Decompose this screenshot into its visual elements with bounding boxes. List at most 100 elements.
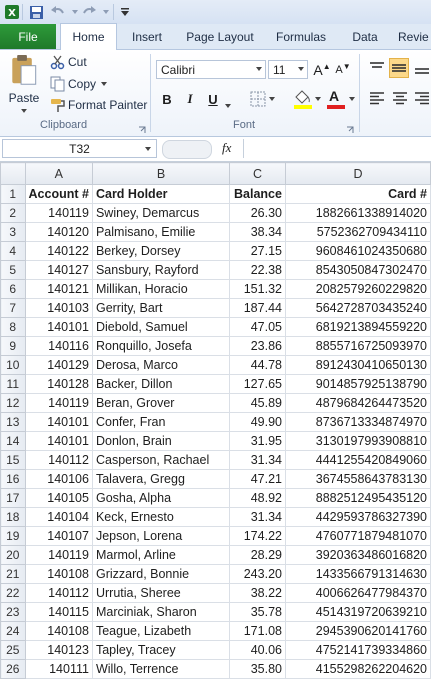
redo-icon[interactable] (80, 3, 98, 21)
account-cell[interactable]: 140120 (24, 222, 93, 242)
card-holder-cell[interactable]: Gosha, Alpha (91, 488, 231, 508)
row-header[interactable]: 13 (0, 412, 26, 432)
card-number-cell[interactable]: 3674558643783130 (284, 469, 431, 489)
card-number-cell[interactable]: 3920363486016820 (284, 545, 431, 565)
card-number-cell[interactable]: 4514319720639210 (284, 602, 431, 622)
row-header[interactable]: 21 (0, 564, 26, 584)
row-header[interactable]: 18 (0, 507, 26, 527)
row-header[interactable]: 2 (0, 203, 26, 223)
balance-cell[interactable]: 38.22 (229, 583, 286, 603)
card-number-cell[interactable]: 4155298262204620 (284, 659, 431, 679)
account-cell[interactable]: 140108 (24, 564, 93, 584)
account-cell[interactable]: 140119 (24, 393, 93, 413)
card-number-cell[interactable]: 8912430410650130 (284, 355, 431, 375)
account-cell[interactable]: 140105 (24, 488, 93, 508)
tab-formulas[interactable]: Formulas (270, 24, 332, 49)
account-cell[interactable]: 140101 (24, 412, 93, 432)
card-holder-cell[interactable]: Tapley, Tracey (91, 640, 231, 660)
balance-cell[interactable]: 47.05 (229, 317, 286, 337)
font-name-input[interactable]: Calibri (156, 60, 266, 79)
card-number-cell[interactable]: 2945390620141760 (284, 621, 431, 641)
account-cell[interactable]: 140123 (24, 640, 93, 660)
card-holder-cell[interactable]: Ronquillo, Josefa (91, 336, 231, 356)
card-number-cell[interactable]: 8882512495435120 (284, 488, 431, 508)
balance-cell[interactable]: 26.30 (229, 203, 286, 223)
card-holder-cell[interactable]: Teague, Lizabeth (91, 621, 231, 641)
bottom-align-button[interactable] (413, 60, 431, 79)
column-header-a[interactable]: A (24, 162, 93, 185)
row-header[interactable]: 15 (0, 450, 26, 470)
row-header[interactable]: 17 (0, 488, 26, 508)
column-header-c[interactable]: C (229, 162, 286, 185)
balance-cell[interactable]: 243.20 (229, 564, 286, 584)
row-header[interactable]: 26 (0, 659, 26, 679)
card-number-cell[interactable]: 9014857925138790 (284, 374, 431, 394)
font-size-input[interactable]: 11 (268, 60, 308, 79)
save-icon[interactable] (27, 3, 45, 21)
card-holder-cell[interactable]: Keck, Ernesto (91, 507, 231, 527)
row-header[interactable]: 25 (0, 640, 26, 660)
balance-cell[interactable]: 31.95 (229, 431, 286, 451)
card-number-cell[interactable]: 8855716725093970 (284, 336, 431, 356)
card-holder-cell[interactable]: Derosa, Marco (91, 355, 231, 375)
card-number-cell[interactable]: 3130197993908810 (284, 431, 431, 451)
balance-cell[interactable]: 44.78 (229, 355, 286, 375)
row-header[interactable]: 20 (0, 545, 26, 565)
account-cell[interactable]: 140112 (24, 583, 93, 603)
row-header[interactable]: 6 (0, 279, 26, 299)
account-cell[interactable]: 140101 (24, 431, 93, 451)
card-number-cell[interactable]: 5642728703435240 (284, 298, 431, 318)
underline-dropdown-icon[interactable] (224, 98, 232, 112)
formula-input[interactable] (243, 139, 431, 158)
account-cell[interactable]: 140111 (24, 659, 93, 679)
borders-button[interactable] (250, 90, 276, 111)
card-number-cell[interactable]: 4441255420849060 (284, 450, 431, 470)
row-header[interactable]: 9 (0, 336, 26, 356)
align-right-button[interactable] (413, 90, 431, 109)
card-holder-cell[interactable]: Casperson, Rachael (91, 450, 231, 470)
name-box[interactable]: T32 (2, 139, 157, 158)
card-number-cell[interactable]: 5752362709434110 (284, 222, 431, 242)
balance-cell[interactable]: 23.86 (229, 336, 286, 356)
card-holder-cell[interactable]: Diebold, Samuel (91, 317, 231, 337)
card-holder-cell[interactable]: Marciniak, Sharon (91, 602, 231, 622)
account-cell[interactable]: 140128 (24, 374, 93, 394)
row-header[interactable]: 12 (0, 393, 26, 413)
account-cell[interactable]: 140101 (24, 317, 93, 337)
balance-cell[interactable]: 174.22 (229, 526, 286, 546)
card-number-cell[interactable]: 1882661338914020 (284, 203, 431, 223)
card-number-cell[interactable]: 4760771879481070 (284, 526, 431, 546)
underline-button[interactable]: U (204, 90, 222, 108)
account-cell[interactable]: 140122 (24, 241, 93, 261)
tab-home[interactable]: Home (60, 23, 117, 50)
column-header-b[interactable]: B (91, 162, 231, 185)
balance-cell[interactable]: 31.34 (229, 450, 286, 470)
account-cell[interactable]: 140121 (24, 279, 93, 299)
card-number-cell[interactable]: 4752141739334860 (284, 640, 431, 660)
file-tab[interactable]: File (0, 24, 56, 49)
header-cell-balance[interactable]: Balance (229, 184, 286, 204)
tab-page-layout[interactable]: Page Layout (182, 24, 258, 49)
clipboard-dialog-launcher-icon[interactable] (138, 123, 146, 137)
balance-cell[interactable]: 38.34 (229, 222, 286, 242)
grow-font-button[interactable]: A ▲ (313, 60, 331, 80)
card-holder-cell[interactable]: Donlon, Brain (91, 431, 231, 451)
balance-cell[interactable]: 151.32 (229, 279, 286, 299)
card-holder-cell[interactable]: Jepson, Lorena (91, 526, 231, 546)
card-holder-cell[interactable]: Backer, Dillon (91, 374, 231, 394)
row-header[interactable]: 16 (0, 469, 26, 489)
row-header[interactable]: 14 (0, 431, 26, 451)
formula-bar-splitter[interactable] (162, 140, 212, 159)
row-header[interactable]: 24 (0, 621, 26, 641)
balance-cell[interactable]: 48.92 (229, 488, 286, 508)
card-holder-cell[interactable]: Sansbury, Rayford (91, 260, 231, 280)
balance-cell[interactable]: 22.38 (229, 260, 286, 280)
row-header[interactable]: 8 (0, 317, 26, 337)
balance-cell[interactable]: 35.80 (229, 659, 286, 679)
account-cell[interactable]: 140127 (24, 260, 93, 280)
card-number-cell[interactable]: 9608461024350680 (284, 241, 431, 261)
card-number-cell[interactable]: 6819213894559220 (284, 317, 431, 337)
align-center-button[interactable] (391, 90, 409, 109)
cut-button[interactable]: Cut (50, 53, 87, 71)
tab-data[interactable]: Data (345, 24, 385, 49)
